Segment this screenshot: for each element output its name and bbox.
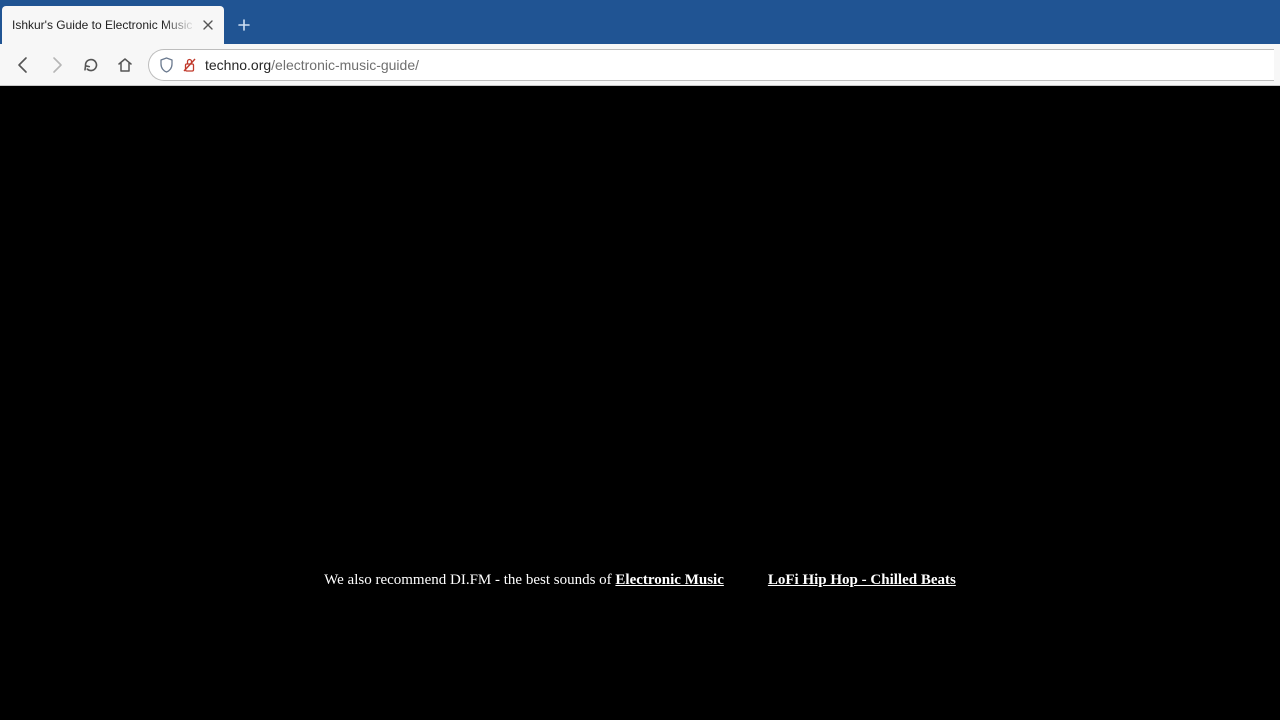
address-bar[interactable]: techno.org/electronic-music-guide/ (148, 49, 1274, 81)
page-content: We also recommend DI.FM - the best sound… (0, 86, 1280, 720)
link-lofi-hiphop[interactable]: LoFi Hip Hop - Chilled Beats (768, 572, 956, 588)
not-secure-lock-icon[interactable] (182, 57, 197, 73)
back-button[interactable] (6, 48, 40, 82)
recommend-text: We also recommend DI.FM - the best sound… (324, 572, 615, 588)
recommendation-line: We also recommend DI.FM - the best sound… (0, 572, 1280, 589)
home-button[interactable] (108, 48, 142, 82)
new-tab-button[interactable] (230, 11, 258, 39)
close-tab-icon[interactable] (200, 17, 216, 33)
url-domain: techno.org (205, 57, 271, 73)
tab-title: Ishkur's Guide to Electronic Music | (12, 18, 200, 32)
browser-tab[interactable]: Ishkur's Guide to Electronic Music | (2, 6, 224, 44)
address-bar-icons (159, 57, 197, 73)
reload-button[interactable] (74, 48, 108, 82)
browser-toolbar: techno.org/electronic-music-guide/ (0, 44, 1280, 86)
url-path: /electronic-music-guide/ (271, 57, 419, 73)
link-electronic-music[interactable]: Electronic Music (615, 572, 723, 588)
tab-strip: Ishkur's Guide to Electronic Music | (0, 0, 1280, 44)
forward-button[interactable] (40, 48, 74, 82)
shield-icon[interactable] (159, 57, 174, 73)
address-bar-url: techno.org/electronic-music-guide/ (205, 57, 419, 73)
